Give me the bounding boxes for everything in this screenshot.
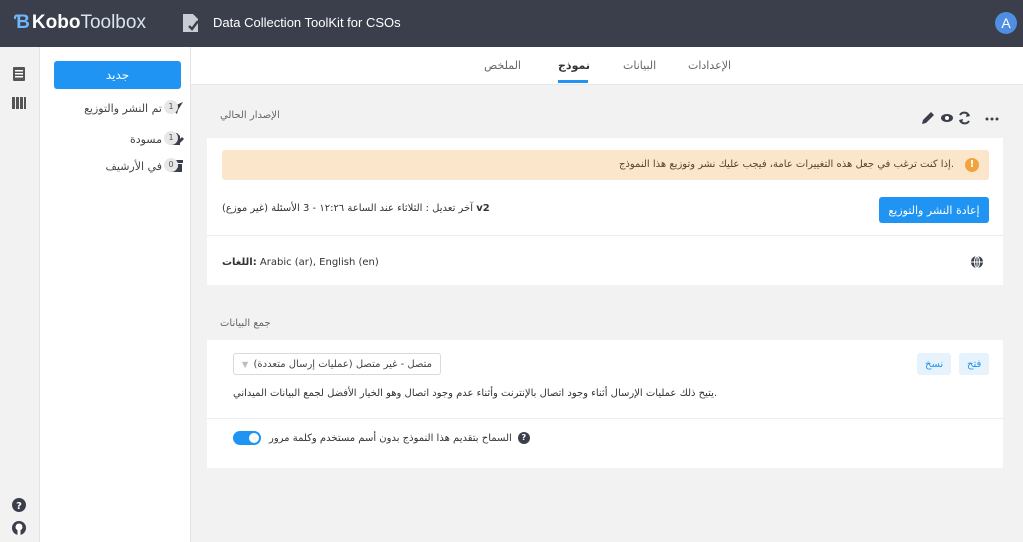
collection-method-description: .يتيح ذلك عمليات الإرسال أثناء وجود اتصا… [233,388,718,399]
tab-summary[interactable]: الملخص [484,59,521,72]
anonymous-submissions-toggle[interactable] [233,431,261,445]
sidebar-item-count: 0 [164,158,178,172]
unsaved-changes-warning: .إذا كنت ترغب في جعل هذه التغييرات عامة،… [222,150,989,180]
project-tabs: الإعدادات البيانات نموذج الملخص [191,47,1023,85]
library-icon[interactable] [11,95,27,111]
sidebar-item-count: 1 [164,131,178,145]
divider [207,235,1003,236]
preview-eye-icon[interactable] [941,114,953,122]
help-icon[interactable]: ? [11,497,27,513]
forms-icon[interactable] [11,66,27,82]
tab-data[interactable]: البيانات [623,59,656,72]
more-actions-icon[interactable] [985,117,999,121]
project-title[interactable]: Data Collection ToolKit for CSOs [213,15,401,30]
languages-label: اللغات: [222,257,257,268]
form-deployed-icon [183,14,199,32]
version-meta: v2 آخر تعديل : الثلاثاء عند الساعة ١٢:٢٦… [222,203,490,214]
open-link-button[interactable]: فتح [959,353,990,375]
copy-link-button[interactable]: نسخ [917,353,952,375]
collection-method-select[interactable]: متصل - غير متصل (عمليات إرسال متعددة) ▼ [233,353,441,375]
sidebar-item-count: 1 [164,100,178,114]
warning-text: .إذا كنت ترغب في جعل هذه التغييرات عامة،… [618,159,954,170]
globe-icon[interactable] [970,255,984,269]
current-version-card: .إذا كنت ترغب في جعل هذه التغييرات عامة،… [207,138,1003,285]
current-version-label: الإصدار الحالي [220,110,280,121]
toggle-knob [249,433,259,443]
form-toolbar [922,111,999,125]
anonymous-submissions-row: السماح بتقديم هذا النموذج بدون أسم مستخد… [233,431,530,445]
question-icon[interactable]: ? [517,432,530,444]
anonymous-submissions-label: السماح بتقديم هذا النموذج بدون أسم مستخد… [269,432,512,444]
sidebar: جديد تم النشر والتوزيع 1 مسودة 1 في الأر… [40,47,191,542]
sidebar-item-label: في الأرشيف [105,159,163,173]
data-collection-label: جمع البيانات [220,318,271,329]
sidebar-item-label: تم النشر والتوزيع [84,101,162,115]
tab-form[interactable]: نموذج [558,59,590,72]
languages-value: Arabic (ar), English (en) [256,257,379,268]
data-collection-card: متصل - غير متصل (عمليات إرسال متعددة) ▼ … [207,340,1003,468]
version-number: v2 [476,203,490,214]
sidebar-item-label: مسودة [129,132,162,146]
github-icon[interactable] [11,520,27,536]
chevron-down-icon: ▼ [242,359,249,369]
replace-sync-icon[interactable] [959,111,970,125]
collection-method-value: متصل - غير متصل (عمليات إرسال متعددة) [253,358,432,370]
edit-pencil-icon[interactable] [922,112,934,124]
new-project-button[interactable]: جديد [54,61,181,89]
sidebar-item-archived[interactable]: في الأرشيف 0 [54,157,184,175]
sidebar-item-draft[interactable]: مسودة 1 [54,130,184,148]
kobotoolbox-logo[interactable]: Ɓ Kobo Toolbox [14,12,146,34]
svg-text:?: ? [16,501,22,512]
redeploy-button[interactable]: إعادة النشر والتوزيع [879,197,989,223]
user-avatar[interactable]: A [995,12,1017,34]
warning-icon: ! [965,158,979,172]
active-tab-indicator [558,80,588,83]
divider [207,418,1003,419]
tab-settings[interactable]: الإعدادات [688,59,731,72]
top-bar: Ɓ Kobo Toolbox Data Collection ToolKit f… [0,0,1023,47]
sidebar-item-deployed[interactable]: تم النشر والتوزيع 1 [54,99,184,117]
languages: اللغات: Arabic (ar), English (en) [222,257,379,268]
version-details: آخر تعديل : الثلاثاء عند الساعة ١٢:٢٦ - … [222,203,474,214]
left-rail: ? [0,47,40,542]
